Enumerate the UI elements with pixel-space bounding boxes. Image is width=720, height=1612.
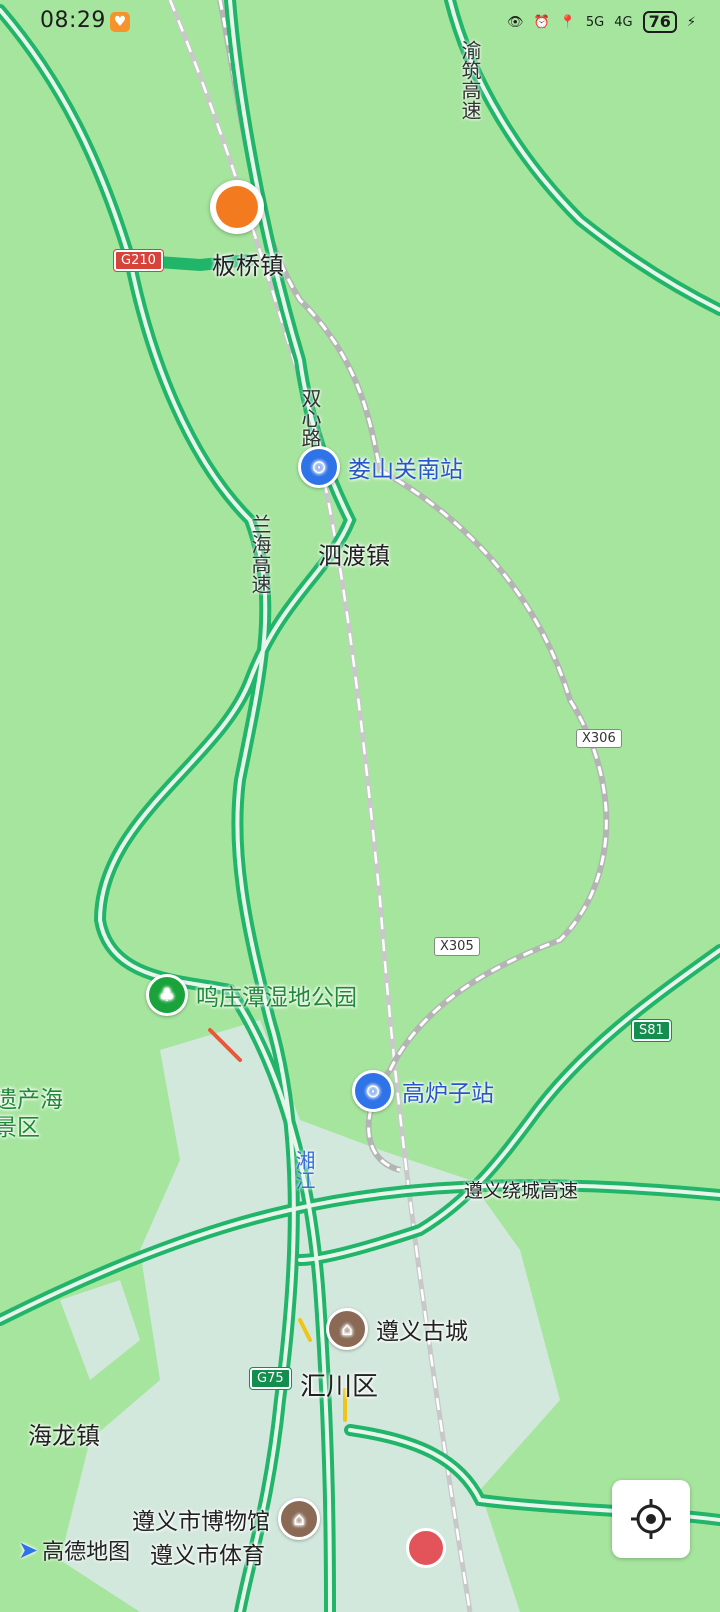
status-time: 08:29 [40,8,106,33]
signal-5g: 5G [585,14,605,30]
poi-mingzhuangtan-park[interactable]: ♣ 鸣庄潭湿地公园 [146,974,357,1016]
avatar-icon [216,186,258,228]
road-zunyi-ring: 遵义绕城高速 [464,1180,579,1202]
town-hailong[interactable]: 海龙镇 [28,1416,100,1451]
road-shuangxin: 双心路 [298,388,322,448]
eye-icon: 👁 [506,14,524,30]
museum-icon: ⌂ [278,1498,320,1540]
town-sidu[interactable]: 泗渡镇 [318,536,390,571]
logo-text: 高德地图 [42,1540,131,1565]
poi-museum-label: 遵义市博物馆 [132,1509,270,1535]
status-bar: 08:29 ♥ 👁 ⏰ 📍 5G 4G 76 ⚡ [0,0,720,48]
map-logo: ➤ 高德地图 [18,1534,130,1566]
district-huichuan[interactable]: 汇川区 [300,1366,378,1403]
poi-mingzhuangtan-label: 鸣庄潭湿地公园 [196,985,357,1011]
heritage-area-label[interactable]: 遗产海景区 [0,1086,74,1142]
landmark-gate-icon: ⌂ [326,1308,368,1350]
shield-x305: X305 [434,937,480,956]
poi-gaoluzi-station[interactable]: ⊙ 高炉子站 [352,1070,494,1112]
poi-loushanguan-station[interactable]: ⊙ 娄山关南站 [298,446,463,488]
poi-sports-label[interactable]: 遵义市体育 [150,1536,265,1570]
notification-app-icon: ♥ [110,12,130,32]
scenic-spot-icon[interactable] [406,1528,446,1568]
signal-4g: 4G [614,14,633,30]
shield-g75: G75 [250,1368,291,1389]
location-icon: 📍 [559,14,576,30]
train-station-icon: ⊙ [298,446,340,488]
poi-museum[interactable]: ⌂ 遵义市博物馆 [132,1498,320,1540]
road-lanhai: 兰海高速 [248,514,272,594]
status-icons: 👁 ⏰ 📍 5G 4G 76 ⚡ [507,11,696,33]
town-banqiao[interactable]: 板桥镇 [212,246,284,281]
charging-icon: ⚡ [686,14,696,30]
poi-gaoluzi-label: 高炉子站 [402,1081,494,1107]
road-yuzhu: 渝筑高速 [458,40,482,120]
shield-x306: X306 [576,729,622,748]
train-station-icon: ⊙ [352,1070,394,1112]
shield-s81: S81 [632,1020,671,1041]
poi-zunyi-gucheng-label: 遵义古城 [376,1319,468,1345]
crosshair-icon [631,1499,671,1539]
poi-loushanguan-label: 娄山关南站 [348,457,463,483]
river-xiangjiang: 湘江 [292,1150,316,1190]
poi-zunyi-gucheng[interactable]: ⌂ 遵义古城 [326,1308,468,1350]
locate-me-button[interactable] [612,1480,690,1558]
park-tree-icon: ♣ [146,974,188,1016]
shield-g210: G210 [114,250,163,271]
navigation-arrow-icon: ➤ [18,1536,39,1564]
user-avatar-marker[interactable] [210,180,264,234]
alarm-icon: ⏰ [533,14,550,30]
battery-level: 76 [642,11,677,33]
